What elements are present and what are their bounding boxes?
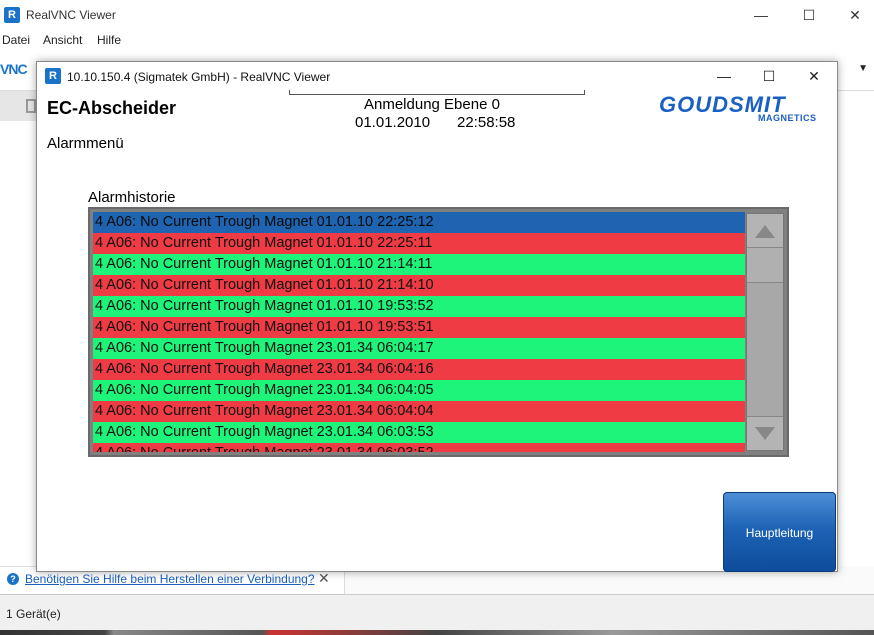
- vnc-session-window: R 10.10.150.4 (Sigmatek GmbH) - RealVNC …: [36, 61, 838, 572]
- scrollbar[interactable]: [746, 213, 784, 451]
- vnc-logo: VNC: [0, 61, 28, 77]
- alarm-row[interactable]: 4 A06: No Current Trough Magnet 01.01.10…: [93, 317, 745, 338]
- status-bar: 1 Gerät(e): [0, 594, 874, 630]
- outer-window-title: RealVNC Viewer: [26, 8, 116, 22]
- alarm-row[interactable]: 4 A06: No Current Trough Magnet 23.01.34…: [93, 380, 745, 401]
- device-count: 1 Gerät(e): [6, 607, 61, 621]
- scroll-down-icon[interactable]: [747, 416, 783, 450]
- alarm-row[interactable]: 4 A06: No Current Trough Magnet 01.01.10…: [93, 254, 745, 275]
- menubar: Datei Ansicht Hilfe: [0, 31, 874, 51]
- alarm-row[interactable]: 4 A06: No Current Trough Magnet 01.01.10…: [93, 296, 745, 317]
- chevron-down-icon[interactable]: ▼: [858, 63, 868, 74]
- system-date: 01.01.2010: [355, 114, 431, 131]
- realvnc-icon: R: [4, 7, 20, 23]
- inner-window-title: 10.10.150.4 (Sigmatek GmbH) - RealVNC Vi…: [67, 70, 331, 84]
- alarm-row[interactable]: 4 A06: No Current Trough Magnet 23.01.34…: [93, 338, 745, 359]
- maximize-icon[interactable]: ☐: [786, 0, 832, 31]
- minimize-icon[interactable]: —: [738, 0, 784, 31]
- alarm-row[interactable]: 4 A06: No Current Trough Magnet 23.01.34…: [93, 401, 745, 422]
- scroll-up-icon[interactable]: [747, 214, 783, 248]
- history-title: Alarmhistorie: [88, 189, 176, 206]
- alarm-row[interactable]: 4 A06: No Current Trough Magnet 23.01.34…: [93, 443, 745, 452]
- scroll-thumb[interactable]: [747, 248, 783, 283]
- goudsmit-logo-sub: MAGNETICS: [758, 113, 817, 123]
- help-link[interactable]: Benötigen Sie Hilfe beim Herstellen eine…: [25, 572, 315, 586]
- menu-ansicht[interactable]: Ansicht: [43, 33, 82, 47]
- hauptleitung-button[interactable]: Hauptleitung: [723, 492, 836, 572]
- page-title: EC-Abscheider: [47, 98, 177, 118]
- close-icon[interactable]: ✕: [832, 0, 874, 31]
- grid-icon: [26, 99, 36, 113]
- alarm-history-list: 4 A06: No Current Trough Magnet 01.01.10…: [88, 207, 789, 457]
- alarm-row-selected[interactable]: 4 A06: No Current Trough Magnet 01.01.10…: [93, 212, 745, 233]
- outer-titlebar: R RealVNC Viewer — ☐ ✕: [0, 0, 874, 31]
- alarm-row[interactable]: 4 A06: No Current Trough Magnet 23.01.34…: [93, 359, 745, 380]
- realvnc-icon: R: [45, 68, 61, 84]
- menu-title: Alarmmenü: [47, 135, 124, 152]
- system-time: 22:58:58: [457, 114, 516, 131]
- hmi-screen: EC-Abscheider Anmeldung Ebene 0 01.01.20…: [38, 90, 836, 572]
- close-icon[interactable]: ✕: [791, 62, 837, 90]
- menu-datei[interactable]: Datei: [2, 33, 30, 47]
- close-icon[interactable]: ✕: [318, 570, 330, 587]
- maximize-icon[interactable]: ☐: [746, 62, 792, 90]
- inner-titlebar: R 10.10.150.4 (Sigmatek GmbH) - RealVNC …: [37, 62, 837, 90]
- sidebar-item-grid[interactable]: [0, 91, 36, 121]
- minimize-icon[interactable]: —: [701, 62, 747, 90]
- menu-hilfe[interactable]: Hilfe: [97, 33, 121, 47]
- login-status: Anmeldung Ebene 0: [364, 96, 500, 113]
- desktop-strip: [0, 630, 874, 635]
- question-icon: ?: [7, 573, 19, 585]
- alarm-list[interactable]: 4 A06: No Current Trough Magnet 01.01.10…: [93, 212, 745, 452]
- alarm-row[interactable]: 4 A06: No Current Trough Magnet 01.01.10…: [93, 233, 745, 254]
- header-frame: [289, 90, 585, 95]
- alarm-row[interactable]: 4 A06: No Current Trough Magnet 01.01.10…: [93, 275, 745, 296]
- alarm-row[interactable]: 4 A06: No Current Trough Magnet 23.01.34…: [93, 422, 745, 443]
